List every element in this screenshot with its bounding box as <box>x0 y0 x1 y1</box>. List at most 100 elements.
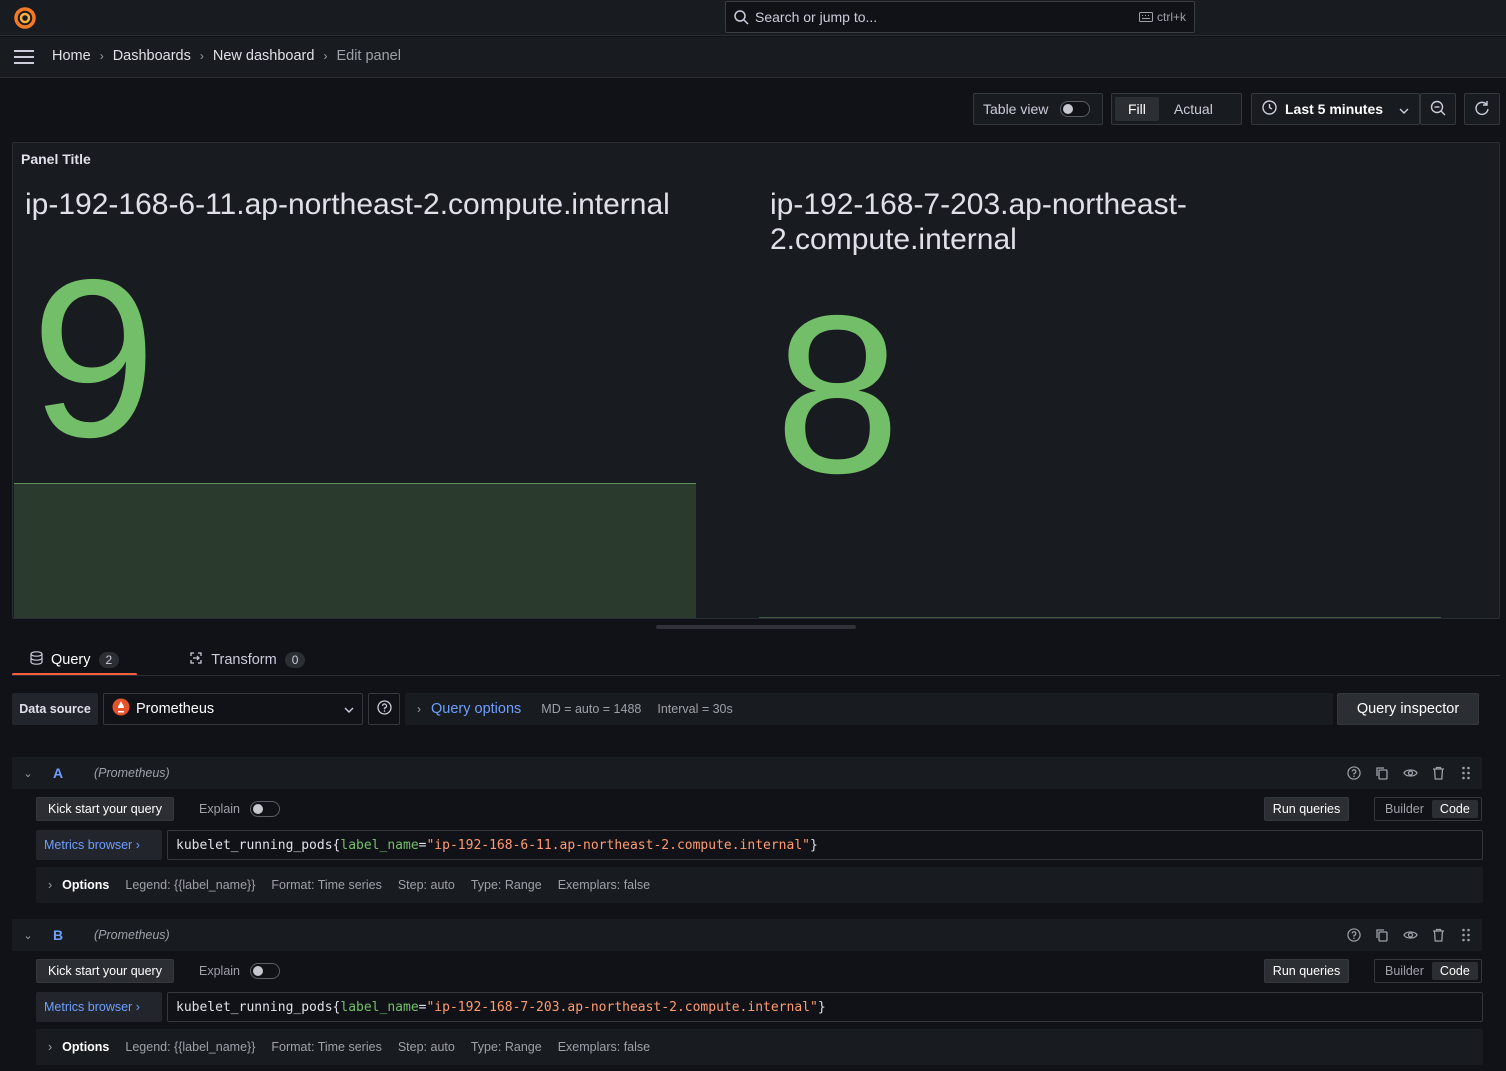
query-editor[interactable]: kubelet_running_pods{label_name = "ip-192-… <box>167 992 1483 1022</box>
table-view-toggle[interactable]: Table view <box>973 93 1103 125</box>
chevron-down-icon[interactable]: ⌄ <box>12 767 44 780</box>
query-options-label: Query options <box>431 701 522 717</box>
top-bar: Search or jump to... ctrl+k <box>0 0 1506 36</box>
question-circle-icon[interactable] <box>1346 765 1362 781</box>
run-queries-button[interactable]: Run queries <box>1264 959 1349 983</box>
panel-title[interactable]: Panel Title <box>21 151 91 167</box>
drag-handle-icon[interactable] <box>1458 765 1474 781</box>
toggle-switch[interactable] <box>250 963 280 979</box>
help-button[interactable] <box>368 693 400 725</box>
tab-transform[interactable]: Transform 0 <box>171 643 323 676</box>
fill-actual-switch: Fill Actual <box>1111 93 1242 125</box>
code-mode[interactable]: Code <box>1431 800 1478 818</box>
query-inspector-button[interactable]: Query inspector <box>1337 693 1479 725</box>
query-options-row[interactable]: › Options Legend: {{label_name}} Format:… <box>36 867 1483 903</box>
query-editor[interactable]: kubelet_running_pods{label_name = "ip-192-… <box>167 830 1483 860</box>
breadcrumb-edit-panel: Edit panel <box>336 48 401 64</box>
chevron-right-icon: › <box>135 838 140 852</box>
query-row-header[interactable]: ⌄ A (Prometheus) <box>12 757 1482 789</box>
stat-value: 9 <box>31 232 157 484</box>
editor-mode-switch: Builder Code <box>1374 959 1482 983</box>
table-view-label: Table view <box>983 101 1049 117</box>
database-icon <box>30 650 43 669</box>
eye-icon[interactable] <box>1402 927 1418 943</box>
metrics-browser-button[interactable]: Metrics browser › <box>36 992 162 1022</box>
query-options-row[interactable]: › Options Legend: {{label_name}} Format:… <box>36 1029 1483 1065</box>
query-options-toggle[interactable]: › Query options MD = auto = 1488 Interva… <box>405 693 1333 725</box>
builder-mode[interactable]: Builder <box>1377 962 1432 980</box>
fill-option[interactable]: Fill <box>1115 97 1159 121</box>
drag-handle-icon[interactable] <box>1458 927 1474 943</box>
data-source-label: Data source <box>12 693 98 725</box>
breadcrumb-new-dashboard[interactable]: New dashboard <box>213 48 315 64</box>
question-circle-icon <box>376 700 392 718</box>
refresh-button[interactable] <box>1464 93 1500 125</box>
builder-mode[interactable]: Builder <box>1377 800 1432 818</box>
query-row-header[interactable]: ⌄ B (Prometheus) <box>12 919 1482 951</box>
copy-icon[interactable] <box>1374 765 1390 781</box>
panel-preview[interactable]: Panel Title ip-192-168-6-11.ap-northeast… <box>12 142 1500 619</box>
explain-toggle[interactable]: Explain <box>199 959 280 983</box>
transform-count-badge: 0 <box>284 651 306 668</box>
copy-icon[interactable] <box>1374 927 1390 943</box>
query-count-badge: 2 <box>98 651 120 668</box>
question-circle-icon[interactable] <box>1346 927 1362 943</box>
time-range-label: Last 5 minutes <box>1285 101 1384 117</box>
stat-name: ip-192-168-7-203.ap-northeast- 2.compute… <box>770 188 1187 256</box>
metrics-browser-button[interactable]: Metrics browser › <box>36 830 162 860</box>
breadcrumb-bar: Home › Dashboards › New dashboard › Edit… <box>0 37 1506 78</box>
data-source-value: Prometheus <box>136 701 215 717</box>
interval: Interval = 30s <box>657 702 733 716</box>
divider <box>12 675 1500 676</box>
kick-start-query-button[interactable]: Kick start your query <box>36 959 174 983</box>
zoom-out-button[interactable] <box>1420 93 1456 125</box>
chevron-right-icon: › <box>48 878 53 892</box>
grafana-logo-icon[interactable] <box>12 5 38 31</box>
refresh-icon <box>1474 100 1490 119</box>
data-source-select[interactable]: Prometheus <box>103 693 363 725</box>
chevron-down-icon <box>1399 101 1409 117</box>
trash-icon[interactable] <box>1430 927 1446 943</box>
keyboard-shortcut: ctrl+k <box>1138 10 1186 24</box>
chevron-right-icon: › <box>417 702 421 716</box>
query-ref-id[interactable]: B <box>44 927 94 943</box>
kick-start-query-button[interactable]: Kick start your query <box>36 797 174 821</box>
pane-resize-handle[interactable] <box>656 625 856 629</box>
prometheus-icon <box>112 698 130 720</box>
breadcrumb-dashboards[interactable]: Dashboards <box>113 48 191 64</box>
chevron-down-icon[interactable]: ⌄ <box>12 929 44 942</box>
max-data-points: MD = auto = 1488 <box>541 702 642 716</box>
toggle-switch[interactable] <box>250 801 280 817</box>
search-placeholder: Search or jump to... <box>755 9 878 25</box>
menu-icon[interactable] <box>14 49 34 65</box>
query-datasource-name: (Prometheus) <box>94 766 170 780</box>
editor-mode-switch: Builder Code <box>1374 797 1482 821</box>
search-input[interactable]: Search or jump to... ctrl+k <box>725 1 1195 33</box>
actual-option[interactable]: Actual <box>1161 97 1226 121</box>
chevron-right-icon: › <box>99 49 104 63</box>
tab-query[interactable]: Query 2 <box>12 643 138 676</box>
breadcrumb: Home › Dashboards › New dashboard › Edit… <box>52 48 401 64</box>
chevron-right-icon: › <box>48 1040 53 1054</box>
transform-icon <box>189 651 203 669</box>
breadcrumb-home[interactable]: Home <box>52 48 91 64</box>
zoom-out-icon <box>1430 100 1446 119</box>
editor-tabs: Query 2 Transform 0 <box>12 643 323 676</box>
query-ref-id[interactable]: A <box>44 765 94 781</box>
search-icon <box>734 10 749 28</box>
trash-icon[interactable] <box>1430 765 1446 781</box>
query-datasource-name: (Prometheus) <box>94 928 170 942</box>
chevron-right-icon: › <box>323 49 328 63</box>
toggle-switch[interactable] <box>1060 101 1091 117</box>
keyboard-icon <box>1138 12 1153 22</box>
sparkline-area <box>14 483 696 618</box>
code-mode[interactable]: Code <box>1431 962 1478 980</box>
chevron-down-icon <box>344 701 354 717</box>
run-queries-button[interactable]: Run queries <box>1264 797 1349 821</box>
time-range-picker[interactable]: Last 5 minutes <box>1251 93 1420 125</box>
stat-name: ip-192-168-6-11.ap-northeast-2.compute.i… <box>25 188 670 221</box>
chevron-right-icon: › <box>135 1000 140 1014</box>
explain-toggle[interactable]: Explain <box>199 797 280 821</box>
stat-value: 8 <box>775 268 901 520</box>
eye-icon[interactable] <box>1402 765 1418 781</box>
